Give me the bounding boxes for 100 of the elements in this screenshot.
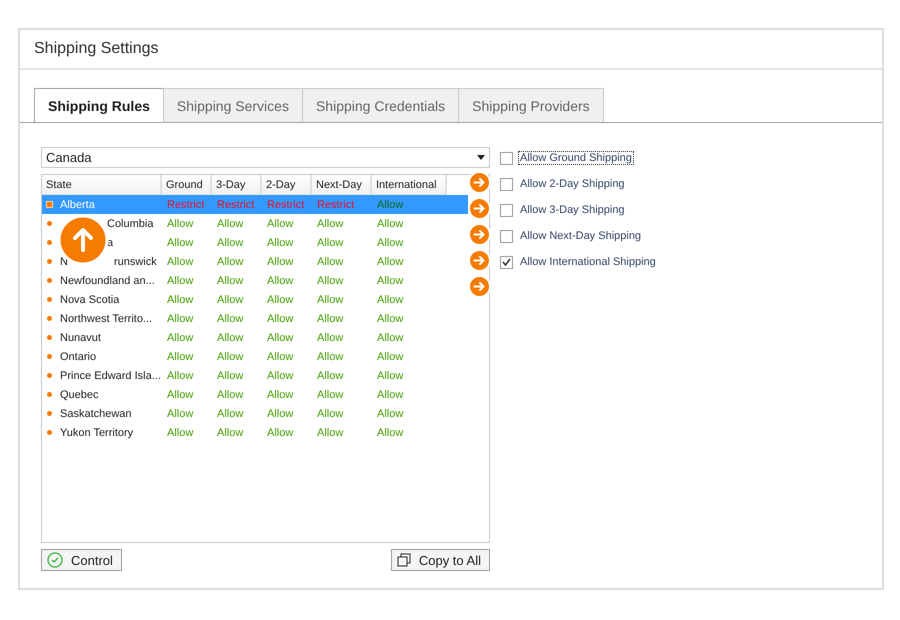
state-cell: a xyxy=(107,236,114,248)
rule-cell-text: Allow xyxy=(266,256,294,268)
rule-cell-text: Allow xyxy=(316,408,344,420)
rule-cell-text: Allow xyxy=(166,294,194,306)
rule-cell-text: Allow xyxy=(376,218,404,230)
tab[interactable]: Shipping Services xyxy=(162,88,303,122)
state-cell: Nunavut xyxy=(60,332,101,344)
status-dot-icon xyxy=(47,259,52,264)
state-cell: Saskatchewan xyxy=(60,408,132,420)
state-cell: runswick xyxy=(114,256,157,268)
tab[interactable]: Shipping Rules xyxy=(34,88,164,122)
rule-cell-text: Allow xyxy=(316,312,344,324)
state-cell: Quebec xyxy=(60,388,99,400)
state-cell: Yukon Territory xyxy=(60,426,134,438)
rule-cell-text: Allow xyxy=(376,294,404,306)
rule-cell-text: Allow xyxy=(216,294,244,306)
status-dot-icon xyxy=(47,430,52,435)
rule-cell-text: Allow xyxy=(316,332,344,344)
rule-cell-text: Allow xyxy=(376,274,404,286)
rule-cell-text: Restrict xyxy=(166,198,206,210)
rule-cell-text: Allow xyxy=(376,388,404,400)
rule-cell-text: Allow xyxy=(216,218,244,230)
status-dot-icon xyxy=(47,354,52,359)
rule-cell-text: Allow xyxy=(216,370,244,382)
status-dot-icon xyxy=(47,373,52,378)
state-cell: Columbia xyxy=(107,218,154,230)
rule-cell-text: Allow xyxy=(376,426,404,438)
rule-cell-text: Allow xyxy=(376,408,404,420)
rule-cell-text: Allow xyxy=(216,332,244,344)
checkbox[interactable] xyxy=(500,204,513,216)
rule-cell-text: Allow xyxy=(316,350,344,362)
state-cell: Alberta xyxy=(60,198,95,210)
state-cell: Nova Scotia xyxy=(60,294,120,306)
rule-cell-text: Allow xyxy=(166,218,194,230)
tab[interactable]: Shipping Credentials xyxy=(302,88,460,122)
rule-cell-text: Allow xyxy=(316,256,344,268)
checkbox-label[interactable]: Allow Ground Shipping xyxy=(519,152,633,164)
tab[interactable]: Shipping Providers xyxy=(458,88,604,122)
dropdown-caret-icon xyxy=(477,155,485,160)
checkbox-label[interactable]: Allow International Shipping xyxy=(519,256,657,268)
rule-cell-text: Allow xyxy=(166,274,194,286)
rule-cell-text: Allow xyxy=(166,236,194,248)
checkbox-label[interactable]: Allow 2-Day Shipping xyxy=(519,178,626,190)
rule-cell-text: Allow xyxy=(166,256,194,268)
rule-cell-text: Allow xyxy=(266,426,294,438)
rule-cell-text: Allow xyxy=(266,236,294,248)
column-header[interactable]: International xyxy=(372,175,447,195)
rule-cell-text: Allow xyxy=(266,312,294,324)
rule-cell-text: Allow xyxy=(376,256,404,268)
rule-cell-text: Restrict xyxy=(216,198,256,210)
rule-cell-text: Allow xyxy=(316,236,344,248)
rule-cell-text: Allow xyxy=(316,388,344,400)
checkbox[interactable] xyxy=(500,230,513,242)
column-header[interactable]: 2-Day xyxy=(262,175,312,195)
rule-cell-text: Allow xyxy=(166,312,194,324)
checkbox[interactable] xyxy=(500,256,513,268)
column-header[interactable]: State xyxy=(42,175,162,195)
rule-cell-text: Allow xyxy=(376,198,404,210)
checkbox[interactable] xyxy=(500,152,513,164)
rule-cell-text: Allow xyxy=(266,388,294,400)
checkbox-label[interactable]: Allow Next-Day Shipping xyxy=(519,230,642,242)
status-dot-icon xyxy=(47,278,52,283)
status-dot-icon xyxy=(47,392,52,397)
control-button[interactable]: Control xyxy=(41,549,122,571)
country-dropdown[interactable]: Canada xyxy=(41,147,490,168)
rule-cell-text: Allow xyxy=(216,256,244,268)
rule-cell-text: Allow xyxy=(266,294,294,306)
status-dot-icon xyxy=(47,335,52,340)
column-header[interactable]: 3-Day xyxy=(212,175,262,195)
panel-title: Shipping Settings xyxy=(34,40,159,58)
rule-cell-text: Allow xyxy=(266,350,294,362)
column-header[interactable]: Ground xyxy=(162,175,212,195)
rule-cell-text: Allow xyxy=(376,332,404,344)
status-dot-icon xyxy=(47,221,52,226)
rule-cell-text: Allow xyxy=(166,426,194,438)
rule-cell-text: Allow xyxy=(266,370,294,382)
state-cell: Northwest Territo... xyxy=(60,312,152,324)
column-header[interactable]: Next-Day xyxy=(312,175,372,195)
rule-cell-text: Allow xyxy=(216,408,244,420)
rule-cell-text: Allow xyxy=(166,388,194,400)
rule-cell-text: Allow xyxy=(376,312,404,324)
rule-cell-text: Allow xyxy=(216,388,244,400)
checkbox[interactable] xyxy=(500,178,513,190)
rule-cell-text: Allow xyxy=(316,274,344,286)
copy-icon xyxy=(396,553,411,567)
rule-cell-text: Allow xyxy=(316,218,344,230)
status-dot-icon xyxy=(47,411,52,416)
rule-cell-text: Allow xyxy=(376,236,404,248)
rule-cell-text: Restrict xyxy=(316,198,356,210)
status-dot-icon xyxy=(47,240,52,245)
state-cell: Ontario xyxy=(60,350,96,362)
copy-to-all-button[interactable]: Copy to All xyxy=(390,549,490,571)
rule-cell-text: Allow xyxy=(266,274,294,286)
check-circle-icon xyxy=(47,552,63,568)
state-cell: Newfoundland an... xyxy=(60,274,155,286)
rule-cell-text: Allow xyxy=(316,426,344,438)
checkbox-label[interactable]: Allow 3-Day Shipping xyxy=(519,204,626,216)
rule-cell-text: Allow xyxy=(216,350,244,362)
status-dot-icon xyxy=(47,316,52,321)
rule-cell-text: Allow xyxy=(316,294,344,306)
